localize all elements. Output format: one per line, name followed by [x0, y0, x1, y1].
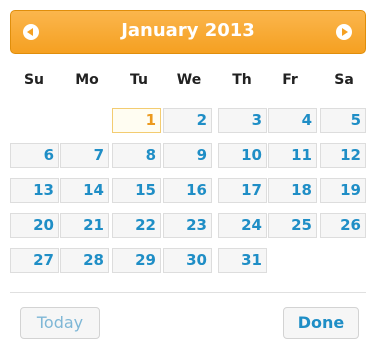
day-cell[interactable]: 5: [320, 108, 366, 133]
day-cell[interactable]: 23: [163, 213, 212, 238]
weekday-label: Su: [23, 72, 45, 88]
day-cell[interactable]: 22: [112, 213, 161, 238]
day-cell[interactable]: 10: [218, 143, 267, 168]
day-cell[interactable]: 21: [60, 213, 109, 238]
today-button[interactable]: Today: [20, 307, 100, 339]
footer-divider: [10, 292, 366, 293]
weekday-label: Th: [232, 72, 252, 88]
day-cell[interactable]: 2: [163, 108, 212, 133]
next-month-icon[interactable]: [336, 24, 352, 40]
day-cell[interactable]: 12: [320, 143, 366, 168]
day-cell[interactable]: 27: [10, 248, 59, 273]
day-cell-highlighted[interactable]: 1: [112, 108, 161, 133]
day-cell[interactable]: 3: [218, 108, 267, 133]
day-cell[interactable]: 20: [10, 213, 59, 238]
day-cell[interactable]: 4: [268, 108, 317, 133]
weekday-label: We: [176, 72, 202, 88]
day-cell[interactable]: 7: [60, 143, 109, 168]
weekday-label: Mo: [75, 72, 99, 88]
day-cell[interactable]: 24: [218, 213, 267, 238]
weekday-label: Sa: [334, 72, 354, 88]
day-cell[interactable]: 9: [163, 143, 212, 168]
day-cell[interactable]: 14: [60, 178, 109, 203]
day-cell[interactable]: 6: [10, 143, 59, 168]
day-cell[interactable]: 28: [60, 248, 109, 273]
day-cell[interactable]: 17: [218, 178, 267, 203]
done-button[interactable]: Done: [283, 307, 359, 339]
day-cell[interactable]: 15: [112, 178, 161, 203]
calendar-header: January 2013: [10, 10, 366, 54]
day-cell[interactable]: 25: [268, 213, 317, 238]
day-cell[interactable]: 26: [320, 213, 366, 238]
day-cell[interactable]: 8: [112, 143, 161, 168]
weekday-label: Tu: [130, 72, 148, 88]
day-cell[interactable]: 16: [163, 178, 212, 203]
day-cell[interactable]: 18: [268, 178, 317, 203]
weekday-label: Fr: [282, 72, 298, 88]
datepicker: January 2013 Su Mo Tu We Th Fr Sa 1 2 3 4 5 6 7 8 9 10 1…: [0, 0, 369, 349]
day-cell[interactable]: 29: [112, 248, 161, 273]
day-cell[interactable]: 13: [10, 178, 59, 203]
day-cell[interactable]: 19: [320, 178, 366, 203]
day-cell[interactable]: 30: [163, 248, 212, 273]
day-cell[interactable]: 31: [218, 248, 267, 273]
month-year-title: January 2013: [121, 20, 255, 41]
day-cell[interactable]: 11: [268, 143, 317, 168]
